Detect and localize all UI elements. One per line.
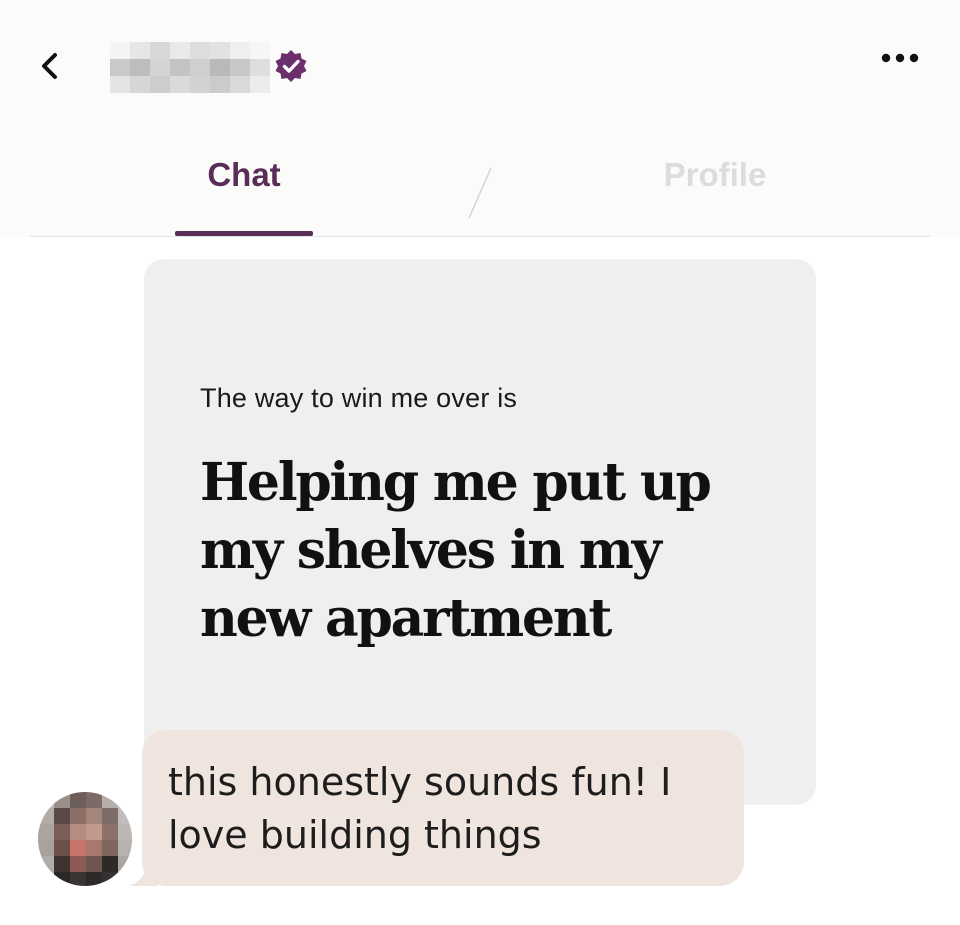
header: Chat Profile xyxy=(0,0,960,237)
verified-badge-icon xyxy=(275,50,307,82)
reply-message-bubble[interactable]: this honestly sounds fun! I love buildin… xyxy=(142,730,744,886)
avatar[interactable] xyxy=(38,792,132,886)
chevron-left-icon xyxy=(42,53,57,79)
prompt-answer: Helping me put up my shelves in my new a… xyxy=(200,452,712,649)
reply-message-text: this honestly sounds fun! I love buildin… xyxy=(168,760,672,857)
tab-divider xyxy=(468,167,492,219)
match-name-blurred xyxy=(110,42,270,94)
prompt-card[interactable]: The way to win me over is Helping me put… xyxy=(144,259,816,805)
tab-chat[interactable]: Chat xyxy=(175,150,313,200)
more-options-button[interactable] xyxy=(872,40,928,76)
chat-screen: Chat Profile The way to win me over is H… xyxy=(0,0,960,925)
back-button[interactable] xyxy=(34,46,64,86)
tab-profile[interactable]: Profile xyxy=(640,150,790,200)
more-horizontal-icon xyxy=(881,53,919,63)
header-divider xyxy=(30,236,930,237)
prompt-question: The way to win me over is xyxy=(200,383,518,413)
